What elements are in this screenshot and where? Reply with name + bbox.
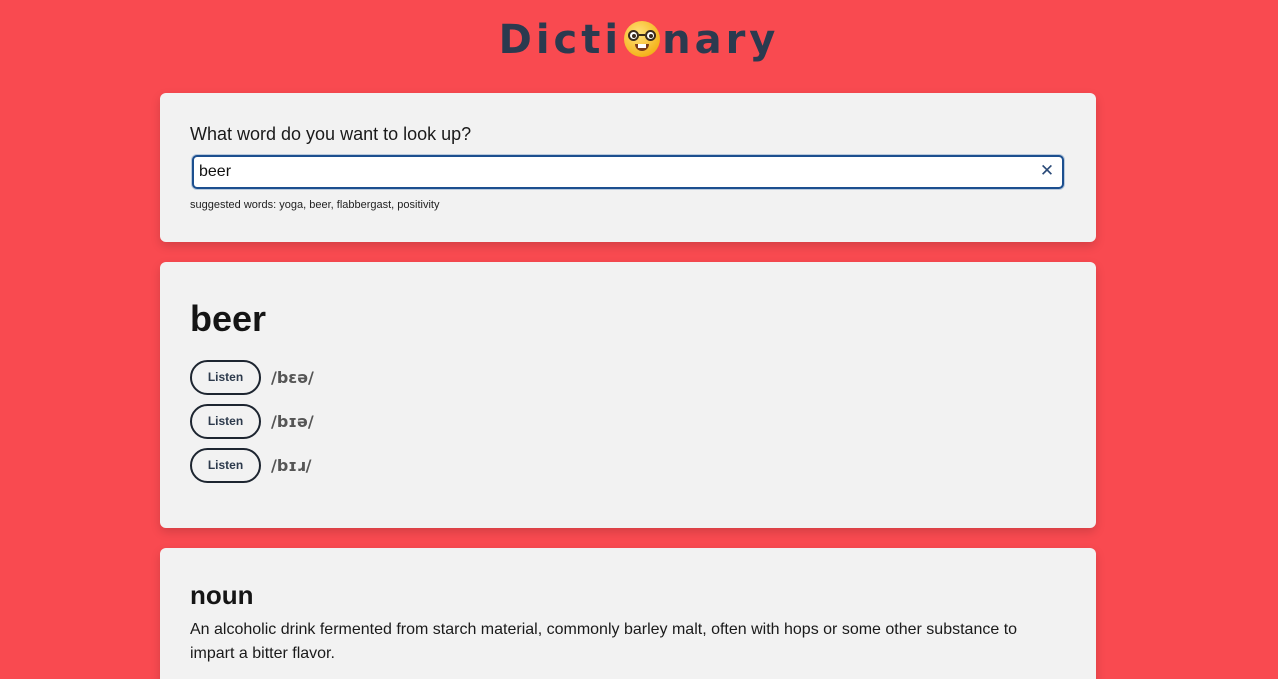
logo-text-left: Dicti <box>498 17 623 63</box>
listen-button[interactable]: Listen <box>190 359 261 395</box>
nerd-face-icon <box>624 21 661 57</box>
dictionary-app: Dicti nary What word do you want to look … <box>0 0 1278 679</box>
word-result-card: beer Listen /bɛə/ Listen /bɪə/ Listen /b… <box>160 262 1096 528</box>
search-question: What word do you want to look up? <box>190 124 472 144</box>
logo-text-right: nary <box>662 17 780 63</box>
phonetic-row: Listen /bɛə/ <box>190 359 1066 395</box>
phonetic-row: Listen /bɪɹ/ <box>190 447 1066 483</box>
phonetic-row: Listen /bɪə/ <box>190 403 1066 439</box>
search-card: What word do you want to look up? ✕ sugg… <box>160 93 1096 242</box>
search-input[interactable] <box>194 157 1024 187</box>
phonetic-text: /bɪɹ/ <box>271 455 312 475</box>
suggested-words: suggested words: yoga, beer, flabbergast… <box>190 199 440 211</box>
app-logo: Dicti nary <box>0 14 1278 66</box>
phonetic-text: /bɛə/ <box>271 367 314 387</box>
part-of-speech: noun <box>190 580 254 610</box>
phonetic-text: /bɪə/ <box>271 411 314 431</box>
meaning-card: noun An alcoholic drink fermented from s… <box>160 548 1096 679</box>
close-icon[interactable]: ✕ <box>1039 162 1055 179</box>
listen-button[interactable]: Listen <box>190 403 261 439</box>
word-title: beer <box>190 298 267 339</box>
search-field[interactable]: ✕ <box>192 155 1064 189</box>
listen-button[interactable]: Listen <box>190 447 261 483</box>
definition-text: An alcoholic drink fermented from starch… <box>190 621 1018 662</box>
